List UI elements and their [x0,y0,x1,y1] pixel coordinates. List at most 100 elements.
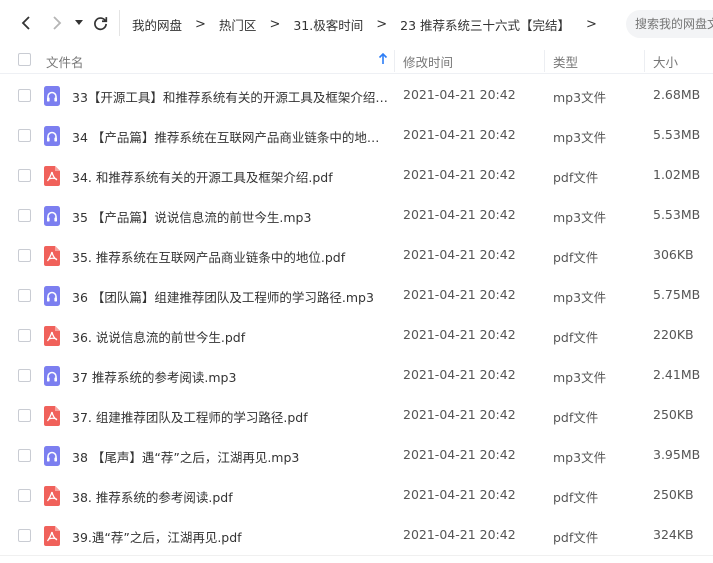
file-modified-time: 2021-04-21 20:42 [403,127,516,142]
column-divider[interactable] [544,50,545,72]
breadcrumb-item-my-drive[interactable]: 我的网盘 [132,15,182,34]
history-dropdown-button[interactable] [73,11,85,35]
file-checkbox[interactable] [18,409,31,422]
breadcrumb-separator-icon: > [269,16,281,32]
file-row[interactable]: 36. 说说信息流的前世今生.pdf 2021-04-21 20:42 pdf文… [0,316,713,356]
file-type: mp3文件 [553,130,607,145]
file-modified-time: 2021-04-21 20:42 [403,527,516,542]
column-divider[interactable] [394,50,395,72]
file-row[interactable]: 38. 推荐系统的参考阅读.pdf 2021-04-21 20:42 pdf文件… [0,476,713,516]
column-divider[interactable] [644,50,645,72]
file-name[interactable]: 34. 和推荐系统有关的开源工具及框架介绍.pdf [72,167,390,186]
pdf-file-icon [44,246,60,266]
search-input[interactable] [626,10,713,38]
file-name[interactable]: 35. 推荐系统在互联网产品商业链条中的地位.pdf [72,247,390,266]
file-size: 306KB [653,247,694,262]
caret-down-icon [75,20,83,25]
back-button[interactable] [17,11,35,35]
file-type: pdf文件 [553,330,599,345]
forward-button[interactable] [48,11,66,35]
file-checkbox[interactable] [18,329,31,342]
file-checkbox[interactable] [18,449,31,462]
file-type: mp3文件 [553,370,607,385]
file-size: 220KB [653,327,694,342]
file-checkbox[interactable] [18,169,31,182]
file-type: mp3文件 [553,210,607,225]
file-row[interactable]: 37 推荐系统的参考阅读.mp3 2021-04-21 20:42 mp3文件 … [0,356,713,396]
file-row[interactable]: 35 【产品篇】说说信息流的前世今生.mp3 2021-04-21 20:42 … [0,196,713,236]
file-row[interactable]: 38 【尾声】遇“荐”之后，江湖再见.mp3 2021-04-21 20:42 … [0,436,713,476]
file-name[interactable]: 35 【产品篇】说说信息流的前世今生.mp3 [72,207,390,226]
file-size: 250KB [653,407,694,422]
audio-file-icon [44,286,60,306]
file-modified-time: 2021-04-21 20:42 [403,487,516,502]
file-size: 2.68MB [653,87,701,102]
file-row[interactable]: 36 【团队篇】组建推荐团队及工程师的学习路径.mp3 2021-04-21 2… [0,276,713,316]
file-name[interactable]: 38 【尾声】遇“荐”之后，江湖再见.mp3 [72,447,390,466]
file-modified-time: 2021-04-21 20:42 [403,367,516,382]
file-modified-time: 2021-04-21 20:42 [403,327,516,342]
column-header-type[interactable]: 类型 [553,52,578,71]
breadcrumb: 我的网盘 > 热门区 > 31.极客时间 > 23 推荐系统三十六式【完结】 > [132,14,610,34]
pdf-file-icon [44,526,60,546]
file-name[interactable]: 38. 推荐系统的参考阅读.pdf [72,487,390,506]
audio-file-icon [44,86,60,106]
pdf-file-icon [44,486,60,506]
file-type: pdf文件 [553,490,599,505]
column-header-name[interactable]: 文件名 [46,52,84,71]
file-row[interactable]: 33【开源工具】和推荐系统有关的开源工具及框架介绍.mp3 2021-04-21… [0,76,713,116]
file-modified-time: 2021-04-21 20:42 [403,167,516,182]
file-size: 5.53MB [653,207,701,222]
file-name[interactable]: 37. 组建推荐团队及工程师的学习路径.pdf [72,407,390,426]
refresh-icon [93,16,107,30]
file-type: mp3文件 [553,290,607,305]
file-name[interactable]: 36. 说说信息流的前世今生.pdf [72,327,390,346]
file-checkbox[interactable] [18,249,31,262]
sort-asc-icon[interactable] [378,53,388,65]
file-name[interactable]: 39.遇“荐”之后，江湖再见.pdf [72,527,390,546]
file-row[interactable]: 39.遇“荐”之后，江湖再见.pdf 2021-04-21 20:42 pdf文… [0,516,713,556]
audio-file-icon [44,206,60,226]
breadcrumb-item-geektime[interactable]: 31.极客时间 [293,15,363,34]
file-checkbox[interactable] [18,529,31,542]
navigation-bar: 我的网盘 > 热门区 > 31.极客时间 > 23 推荐系统三十六式【完结】 > [0,0,713,46]
breadcrumb-item-hot-zone[interactable]: 热门区 [219,15,257,34]
file-type: pdf文件 [553,530,599,545]
file-name[interactable]: 36 【团队篇】组建推荐团队及工程师的学习路径.mp3 [72,287,390,306]
file-row[interactable]: 35. 推荐系统在互联网产品商业链条中的地位.pdf 2021-04-21 20… [0,236,713,276]
file-row[interactable]: 37. 组建推荐团队及工程师的学习路径.pdf 2021-04-21 20:42… [0,396,713,436]
file-size: 1.02MB [653,167,701,182]
file-name[interactable]: 33【开源工具】和推荐系统有关的开源工具及框架介绍.mp3 [72,87,390,106]
file-row[interactable]: 34 【产品篇】推荐系统在互联网产品商业链条中的地位.mp3 2021-04-2… [0,116,713,156]
file-checkbox[interactable] [18,209,31,222]
arrow-left-icon [21,16,30,30]
breadcrumb-item-current-folder[interactable]: 23 推荐系统三十六式【完结】 [400,15,570,34]
file-type: mp3文件 [553,450,607,465]
file-type: pdf文件 [553,250,599,265]
file-checkbox[interactable] [18,289,31,302]
file-size: 5.75MB [653,287,701,302]
file-size: 2.41MB [653,367,701,382]
column-header-size[interactable]: 大小 [653,52,678,71]
file-name[interactable]: 34 【产品篇】推荐系统在互联网产品商业链条中的地位.mp3 [72,127,390,146]
list-bottom-divider [0,555,713,556]
pdf-file-icon [44,326,60,346]
file-checkbox[interactable] [18,489,31,502]
file-checkbox[interactable] [18,369,31,382]
file-size: 250KB [653,487,694,502]
pdf-file-icon [44,166,60,186]
audio-file-icon [44,446,60,466]
column-header-modified[interactable]: 修改时间 [403,52,453,71]
select-all-checkbox[interactable] [18,53,31,66]
audio-file-icon [44,366,60,386]
file-name[interactable]: 37 推荐系统的参考阅读.mp3 [72,367,390,386]
file-checkbox[interactable] [18,89,31,102]
file-modified-time: 2021-04-21 20:42 [403,247,516,262]
file-checkbox[interactable] [18,129,31,142]
file-type: pdf文件 [553,170,599,185]
refresh-button[interactable] [90,11,110,35]
file-row[interactable]: 34. 和推荐系统有关的开源工具及框架介绍.pdf 2021-04-21 20:… [0,156,713,196]
file-type: pdf文件 [553,410,599,425]
file-size: 324KB [653,527,694,542]
pdf-file-icon [44,406,60,426]
